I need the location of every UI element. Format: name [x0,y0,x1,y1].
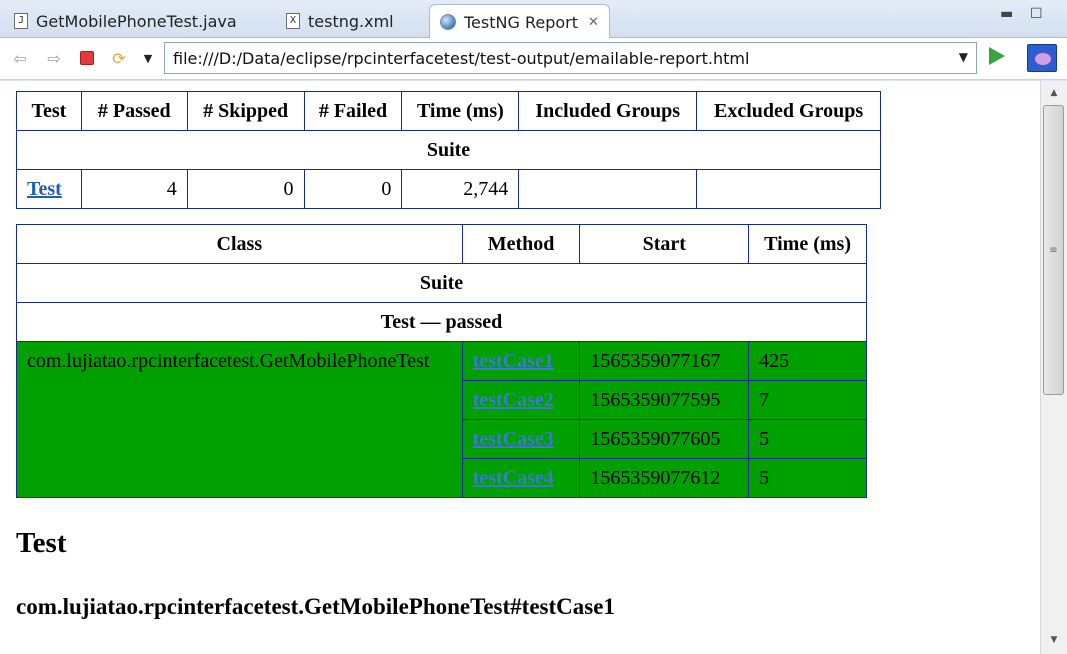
vertical-scrollbar[interactable]: ▲ ≡ ▼ [1040,81,1067,654]
col-header-skipped: # Skipped [186,91,305,131]
start-time: 1565359077167 [579,341,750,381]
go-icon[interactable] [989,47,1005,65]
method-link[interactable]: testCase3 [473,428,554,450]
col-header-included-groups: Included Groups [518,91,698,131]
test-link-cell: Test [16,169,82,209]
col-header-passed: # Passed [80,91,188,131]
report-content: Test # Passed # Skipped # Failed Time (m… [0,81,1040,654]
start-time: 1565359077595 [579,380,750,420]
class-name: com.lujiatao.rpcinterfacetest.GetMobileP… [16,341,463,498]
forward-arrow-icon[interactable]: ⇨ [44,48,64,68]
group-row: Test — passed [16,302,867,342]
failed-count: 0 [303,169,403,209]
total-time: 2,744 [401,169,520,209]
suite-row: Suite [16,263,867,303]
tab-label: testng.xml [308,11,394,31]
suite-label: Suite [16,130,881,170]
scroll-thumb[interactable]: ≡ [1043,105,1064,395]
minimize-icon[interactable]: ▬ [1000,6,1013,22]
section-subtitle: com.lujiatao.rpcinterfacetest.GetMobileP… [16,594,615,619]
col-header-class: Class [16,224,463,264]
col-header-time: Time (ms) [748,224,867,264]
col-header-test: Test [16,91,82,131]
java-file-icon: J [14,13,28,29]
close-tab-icon[interactable]: ✕ [588,15,599,30]
col-header-method: Method [461,224,581,264]
tab-testng-xml[interactable]: X testng.xml [276,4,404,38]
scroll-down-icon[interactable]: ▼ [1041,630,1067,650]
back-arrow-icon[interactable]: ⇦ [10,48,30,68]
xml-file-icon: X [286,13,300,29]
duration: 7 [748,380,867,420]
browser-app-icon[interactable] [1027,44,1057,72]
method-cell: testCase1 [461,341,581,381]
stop-button[interactable] [77,48,97,68]
skipped-count: 0 [186,169,305,209]
maximize-icon[interactable]: ☐ [1030,6,1043,22]
method-link[interactable]: testCase2 [473,389,554,411]
start-time: 1565359077605 [579,419,750,459]
test-link[interactable]: Test [27,178,62,200]
editor-tab-bar: J GetMobilePhoneTest.java X testng.xml T… [0,0,1067,39]
refresh-icon[interactable]: ⟳ [109,48,129,68]
browser-toolbar: ⇦ ⇨ ⟳ ▼ file:///D:/Data/eclipse/rpcinter… [0,38,1067,80]
url-bar[interactable]: file:///D:/Data/eclipse/rpcinterfacetest… [164,42,977,74]
globe-icon [440,14,456,30]
excluded-groups [696,169,881,209]
detail-header-row: Class Method Start Time (ms) [16,224,867,264]
stop-icon [80,51,94,65]
duration: 425 [748,341,867,381]
col-header-start: Start [579,224,750,264]
summary-table: Test # Passed # Skipped # Failed Time (m… [16,91,881,209]
tab-getmobilephonetest-java[interactable]: J GetMobilePhoneTest.java [4,4,247,38]
summary-header-row: Test # Passed # Skipped # Failed Time (m… [16,91,881,131]
col-header-excluded-groups: Excluded Groups [696,91,881,131]
table-row: Test 4 0 0 2,744 [16,169,881,209]
col-header-failed: # Failed [303,91,403,131]
start-time: 1565359077612 [579,458,750,498]
duration: 5 [748,458,867,498]
tab-testng-report[interactable]: TestNG Report ✕ [429,4,610,39]
duration: 5 [748,419,867,459]
section-title: Test [16,527,67,559]
scroll-up-icon[interactable]: ▲ [1041,83,1067,103]
passed-count: 4 [80,169,188,209]
method-cell: testCase3 [461,419,581,459]
table-row: com.lujiatao.rpcinterfacetest.GetMobileP… [16,341,867,498]
url-dropdown-icon[interactable]: ▼ [959,50,968,64]
method-link[interactable]: testCase1 [473,350,554,372]
method-cell: testCase2 [461,380,581,420]
suite-row: Suite [16,130,881,170]
test-passed-label: Test — passed [16,302,867,342]
included-groups [518,169,698,209]
chevron-down-icon[interactable]: ▼ [138,48,158,68]
tab-label: GetMobilePhoneTest.java [36,11,237,31]
detail-table: Class Method Start Time (ms) Suite Test … [16,224,867,498]
tab-label: TestNG Report [464,12,578,32]
col-header-time: Time (ms) [401,91,520,131]
method-link[interactable]: testCase4 [473,467,554,489]
method-cell: testCase4 [461,458,581,498]
suite-label: Suite [16,263,867,303]
url-text: file:///D:/Data/eclipse/rpcinterfacetest… [173,48,750,68]
